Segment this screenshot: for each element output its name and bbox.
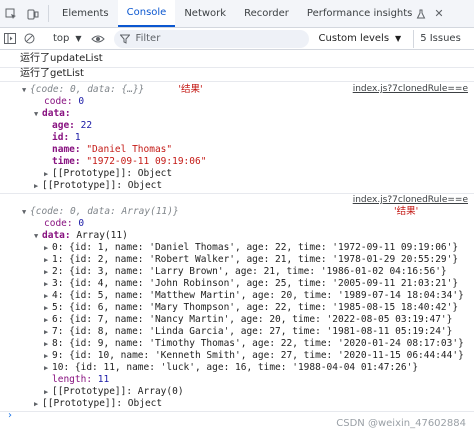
- prompt-chevron-icon: ›: [8, 410, 12, 421]
- property-row: code: 0: [44, 96, 85, 107]
- console-toolbar: top ▼ Filter Custom levels ▼ 5 Issues: [0, 28, 474, 50]
- live-expression-icon[interactable]: [88, 29, 108, 49]
- flask-icon: [417, 9, 426, 18]
- property-row[interactable]: ▼ data:: [34, 108, 474, 120]
- prototype-row[interactable]: ▶ [[Prototype]]: Array(0): [44, 386, 474, 398]
- context-selector-label: top: [53, 33, 70, 44]
- tab-network[interactable]: Network: [175, 0, 235, 27]
- collapsed-arrow-icon[interactable]: ▶: [44, 302, 52, 314]
- array-item-row[interactable]: ▶ 8: {id: 9, name: 'Timothy Thomas', age:…: [44, 338, 474, 350]
- issues-counter[interactable]: 5 Issues: [413, 29, 461, 48]
- expanded-arrow-icon[interactable]: ▼: [22, 84, 30, 96]
- filter-input[interactable]: Filter: [113, 29, 309, 48]
- log-divider: [0, 81, 474, 82]
- collapsed-arrow-icon[interactable]: ▶: [44, 314, 52, 326]
- devtools-tab-bar: Elements Console Network Recorder Perfor…: [0, 0, 474, 28]
- collapsed-arrow-icon[interactable]: ▶: [44, 266, 52, 278]
- log-text: 运行了updateList: [20, 53, 103, 64]
- property-row: age: 22: [52, 120, 93, 131]
- sidebar-toggle-icon[interactable]: [0, 29, 20, 49]
- log-divider: [0, 193, 474, 194]
- prototype-row[interactable]: ▶ [[Prototype]]: Object: [44, 168, 474, 180]
- source-link[interactable]: index.js?7clonedRule==e: [353, 84, 468, 94]
- object-preview: {code: 0, data: {…}}: [30, 84, 145, 95]
- array-item-row[interactable]: ▶ 6: {id: 7, name: 'Nancy Martin', age: 2…: [44, 314, 474, 326]
- tab-performance-insights[interactable]: Performance insights ✕: [298, 0, 453, 27]
- tab-recorder[interactable]: Recorder: [235, 0, 298, 27]
- property-row: id: 1: [52, 132, 81, 143]
- tab-elements-label: Elements: [62, 8, 109, 19]
- expanded-arrow-icon[interactable]: ▼: [34, 108, 42, 120]
- tab-network-label: Network: [184, 8, 227, 19]
- log-levels-label: Custom levels: [318, 33, 390, 44]
- collapsed-arrow-icon[interactable]: ▶: [44, 168, 52, 180]
- array-item-row[interactable]: ▶ 1: {id: 2, name: 'Robert Walker', age: …: [44, 254, 474, 266]
- console-log-line: 运行了updateList: [20, 53, 474, 65]
- collapsed-arrow-icon[interactable]: ▶: [34, 180, 42, 192]
- property-row: length: 11: [52, 374, 110, 385]
- log-text: 运行了getList: [20, 68, 84, 79]
- clear-console-icon[interactable]: [20, 29, 38, 49]
- array-item-row[interactable]: ▶ 9: {id: 10, name: 'Kenneth Smith', age:…: [44, 350, 474, 362]
- object-summary-row[interactable]: ▼ {code: 0, data: Array(11)} '结果': [22, 206, 474, 218]
- property-row: name: "Daniel Thomas": [52, 144, 173, 155]
- collapsed-arrow-icon[interactable]: ▶: [44, 362, 52, 374]
- caret-down-icon: ▼: [395, 34, 402, 43]
- device-toolbar-icon[interactable]: [22, 0, 44, 27]
- console-output: 运行了updateList 运行了getList ▼ {code: 0, data…: [0, 51, 474, 435]
- context-selector[interactable]: top ▼: [47, 30, 88, 48]
- log-tag: '结果': [394, 206, 419, 217]
- source-link[interactable]: index.js?7clonedRule==e: [353, 195, 468, 205]
- property-row[interactable]: ▼ data: Array(11): [34, 230, 474, 242]
- close-tab-icon[interactable]: ✕: [434, 7, 443, 20]
- array-item-row[interactable]: ▶ 10: {id: 11, name: 'luck', age: 16, tim…: [44, 362, 474, 374]
- tab-console-label: Console: [126, 7, 167, 18]
- inspect-element-icon[interactable]: [0, 0, 22, 27]
- log-tag: '结果': [178, 84, 203, 95]
- collapsed-arrow-icon[interactable]: ▶: [44, 254, 52, 266]
- property-row: code: 0: [44, 218, 85, 229]
- collapsed-arrow-icon[interactable]: ▶: [44, 386, 52, 398]
- object-preview: {code: 0, data: Array(11)}: [30, 206, 179, 217]
- array-item-row[interactable]: ▶ 7: {id: 8, name: 'Linda Garcia', age: 2…: [44, 326, 474, 338]
- property-row: time: "1972-09-11 09:19:06": [52, 156, 207, 167]
- collapsed-arrow-icon[interactable]: ▶: [44, 278, 52, 290]
- array-item-row[interactable]: ▶ 4: {id: 5, name: 'Matthew Martin', age:…: [44, 290, 474, 302]
- expanded-arrow-icon[interactable]: ▼: [34, 230, 42, 242]
- collapsed-arrow-icon[interactable]: ▶: [44, 326, 52, 338]
- log-levels-dropdown[interactable]: Custom levels ▼: [319, 33, 402, 44]
- array-item-row[interactable]: ▶ 2: {id: 3, name: 'Larry Brown', age: 21…: [44, 266, 474, 278]
- array-item-row[interactable]: ▶ 3: {id: 4, name: 'John Robinson', age: …: [44, 278, 474, 290]
- tab-performance-insights-label: Performance insights: [306, 8, 413, 19]
- tab-recorder-label: Recorder: [244, 8, 289, 19]
- collapsed-arrow-icon[interactable]: ▶: [44, 350, 52, 362]
- tab-console[interactable]: Console: [117, 0, 176, 27]
- tab-divider: [48, 5, 49, 22]
- issues-label: 5 Issues: [420, 33, 461, 44]
- watermark: CSDN @weixin_47602884: [336, 418, 466, 429]
- prototype-row[interactable]: ▶ [[Prototype]]: Object: [34, 180, 474, 192]
- array-item-row[interactable]: ▶ 5: {id: 6, name: 'Mary Thompson', age: …: [44, 302, 474, 314]
- console-log-line: 运行了getList: [20, 68, 474, 80]
- tab-elements[interactable]: Elements: [53, 0, 118, 27]
- filter-placeholder: Filter: [135, 33, 161, 44]
- collapsed-arrow-icon[interactable]: ▶: [44, 338, 52, 350]
- caret-down-icon: ▼: [75, 34, 82, 43]
- collapsed-arrow-icon[interactable]: ▶: [44, 242, 52, 254]
- array-item-row[interactable]: ▶ 0: {id: 1, name: 'Daniel Thomas', age: …: [44, 242, 474, 254]
- collapsed-arrow-icon[interactable]: ▶: [44, 290, 52, 302]
- filter-icon: [119, 34, 130, 44]
- expanded-arrow-icon[interactable]: ▼: [22, 206, 30, 218]
